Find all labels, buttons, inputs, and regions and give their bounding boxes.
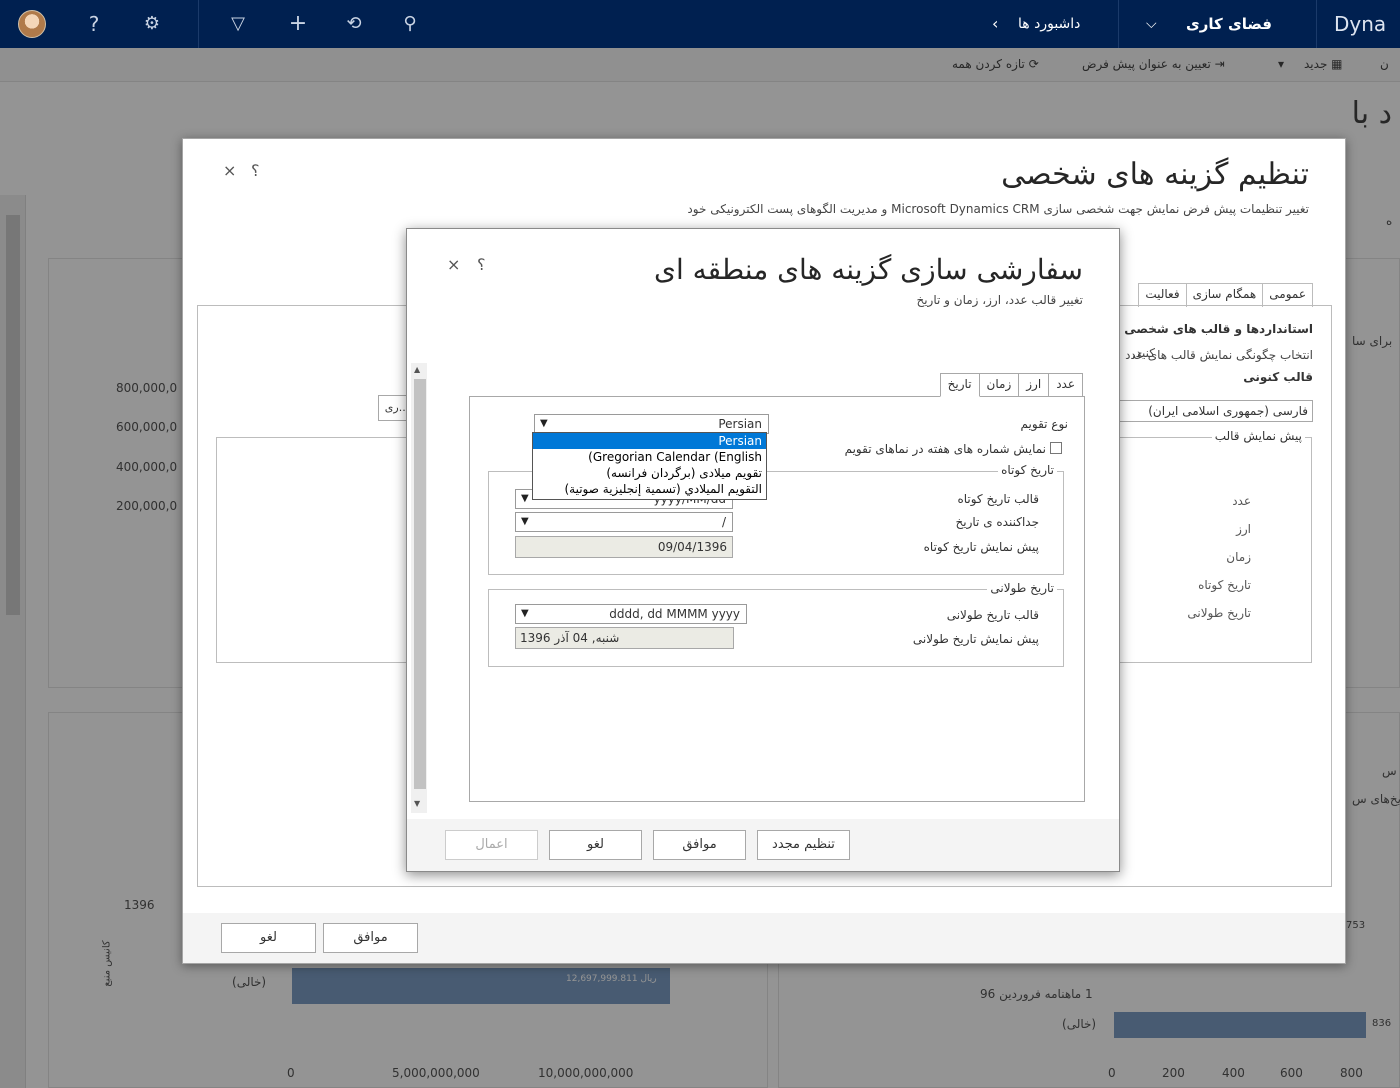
regional-options-dialog: × ؟ سفارشی سازی گزینه های منطقه ای تغییر… xyxy=(406,228,1120,872)
scroll-down-icon[interactable]: ▼ xyxy=(414,799,420,808)
workspace-menu[interactable]: فضای کاری xyxy=(1186,0,1272,48)
preview-row-currency: ارز xyxy=(1236,522,1251,536)
long-date-format-label: قالب تاریخ طولانی xyxy=(946,608,1039,622)
long-date-legend: تاریخ طولانی xyxy=(987,581,1057,595)
add-icon[interactable]: + xyxy=(284,10,312,38)
chevron-down-icon: ▼ xyxy=(540,418,548,429)
filter-icon[interactable]: ▽ xyxy=(224,10,252,38)
cancel-button[interactable]: لغو xyxy=(549,830,642,860)
chevron-down-icon: ▼ xyxy=(521,516,529,527)
outer-cancel-button[interactable]: لغو xyxy=(221,923,316,953)
section-heading: استانداردها و قالب های شخصی xyxy=(1124,322,1313,336)
long-date-format-value: dddd, dd MMMM yyyy xyxy=(609,607,740,621)
chevron-down-icon: ▼ xyxy=(521,493,529,504)
preview-row-time: زمان xyxy=(1226,550,1251,564)
close-icon[interactable]: × xyxy=(447,255,460,274)
long-date-format-select[interactable]: dddd, dd MMMM yyyy ▼ xyxy=(515,604,747,624)
dialog-subtitle: تغییر قالب عدد، ارز، زمان و تاریخ xyxy=(916,293,1083,307)
calendar-type-dropdown-list: Persian (Gregorian Calendar (English تقو… xyxy=(532,432,767,500)
chevron-down-icon[interactable]: ⌵ xyxy=(1146,0,1157,48)
calendar-option-gregorian-arabic[interactable]: التقويم الميلادي (تسمية إنجليزية صوتية) xyxy=(533,481,766,497)
outer-dialog-footer: موافق لغو xyxy=(183,913,1345,963)
nav-divider xyxy=(1118,0,1119,48)
date-separator-value: / xyxy=(721,515,726,529)
ok-button[interactable]: موافق xyxy=(653,830,746,860)
date-separator-label: جداکننده ی تاریخ xyxy=(955,515,1040,529)
history-icon[interactable]: ⟲ xyxy=(340,10,368,38)
help-icon[interactable]: ؟ xyxy=(477,255,486,274)
mid-text: کنید, xyxy=(1131,346,1155,360)
apply-button[interactable]: اعمال xyxy=(445,830,538,860)
regional-dialog-footer: تنظیم مجدد موافق لغو اعمال xyxy=(407,819,1119,871)
current-format-select[interactable]: فارسی (جمهوری اسلامی ایران) xyxy=(1113,400,1313,422)
calendar-type-select[interactable]: Persian ▼ xyxy=(534,414,769,434)
help-icon[interactable]: ؟ xyxy=(251,161,260,180)
breadcrumb-chevron-icon: ‹ xyxy=(992,14,999,33)
tab-activity[interactable]: فعالیت xyxy=(1138,283,1187,307)
dialog-scrollbar[interactable]: ▲ ▼ xyxy=(411,363,427,813)
tab-date[interactable]: تاریخ xyxy=(939,373,980,397)
date-separator-select[interactable]: / ▼ xyxy=(515,512,733,532)
dialog-scrollbar-thumb[interactable] xyxy=(414,379,426,789)
outer-tab-strip: عمومی همگام سازی فعالیت xyxy=(1138,283,1313,307)
preview-row-long-date: تاریخ طولانی xyxy=(1187,606,1251,620)
short-preview-value: 09/04/1396 xyxy=(515,536,733,558)
short-date-legend: تاریخ کوتاه xyxy=(998,463,1057,477)
format-preview-legend: پیش نمایش قالب xyxy=(1211,429,1305,443)
long-date-group: تاریخ طولانی قالب تاریخ طولانی dddd, dd … xyxy=(488,581,1064,667)
calendar-type-value: Persian xyxy=(718,417,762,431)
nav-divider xyxy=(1316,0,1317,48)
outer-ok-button[interactable]: موافق xyxy=(323,923,418,953)
tab-time[interactable]: زمان xyxy=(978,373,1020,397)
tab-currency[interactable]: ارز xyxy=(1018,373,1050,397)
chevron-down-icon: ▼ xyxy=(521,608,529,619)
brand-logo[interactable]: Dyna xyxy=(1334,0,1386,48)
help-icon[interactable]: ? xyxy=(80,10,108,38)
dialog-title: تنظیم گزینه های شخصی xyxy=(1001,157,1309,192)
dialog-subtitle: تغییر تنظیمات پیش فرض نمایش جهت شخصی ساز… xyxy=(687,202,1309,216)
tab-number[interactable]: عدد xyxy=(1048,373,1083,397)
short-date-format-label: قالب تاریخ کوتاه xyxy=(957,492,1039,506)
long-preview-value: شنبه, 04 آذر 1396 xyxy=(515,627,734,649)
calendar-option-persian[interactable]: Persian xyxy=(533,433,766,449)
week-numbers-checkbox[interactable] xyxy=(1050,442,1062,454)
avatar[interactable] xyxy=(18,10,46,38)
preview-row-short-date: تاریخ کوتاه xyxy=(1198,578,1251,592)
close-icon[interactable]: × xyxy=(223,161,236,180)
breadcrumb-dashboards[interactable]: داشبورد ها xyxy=(1018,0,1080,48)
current-format-label: قالب کنونی xyxy=(1243,370,1313,384)
long-preview-label: پیش نمایش تاریخ طولانی xyxy=(912,632,1039,646)
search-icon[interactable]: ⚲ xyxy=(396,10,424,38)
calendar-option-gregorian-french[interactable]: تقویم میلادی (برگردان فرانسه) xyxy=(533,465,766,481)
tab-general[interactable]: عمومی xyxy=(1262,283,1313,307)
settings-icon[interactable]: ⚙ xyxy=(138,10,166,38)
top-navigation-bar: ? ⚙ ▽ + ⟲ ⚲ ‹ داشبورد ها ⌵ فضای کاری Dyn… xyxy=(0,0,1400,48)
preview-row-number: عدد xyxy=(1232,494,1251,508)
tab-sync[interactable]: همگام سازی xyxy=(1185,283,1264,307)
short-preview-label: پیش نمایش تاریخ کوتاه xyxy=(923,540,1039,554)
nav-divider xyxy=(198,0,199,48)
regional-tab-strip: عدد ارز زمان تاریخ xyxy=(939,373,1083,397)
scroll-up-icon[interactable]: ▲ xyxy=(414,365,420,374)
week-numbers-label: نمایش شماره های هفته در نماهای تقویم xyxy=(844,442,1046,456)
calendar-option-gregorian-english[interactable]: (Gregorian Calendar (English xyxy=(533,449,766,465)
dialog-title: سفارشی سازی گزینه های منطقه ای xyxy=(654,253,1083,286)
reset-button[interactable]: تنظیم مجدد xyxy=(757,830,850,860)
calendar-type-label: نوع تقویم xyxy=(1020,417,1068,431)
